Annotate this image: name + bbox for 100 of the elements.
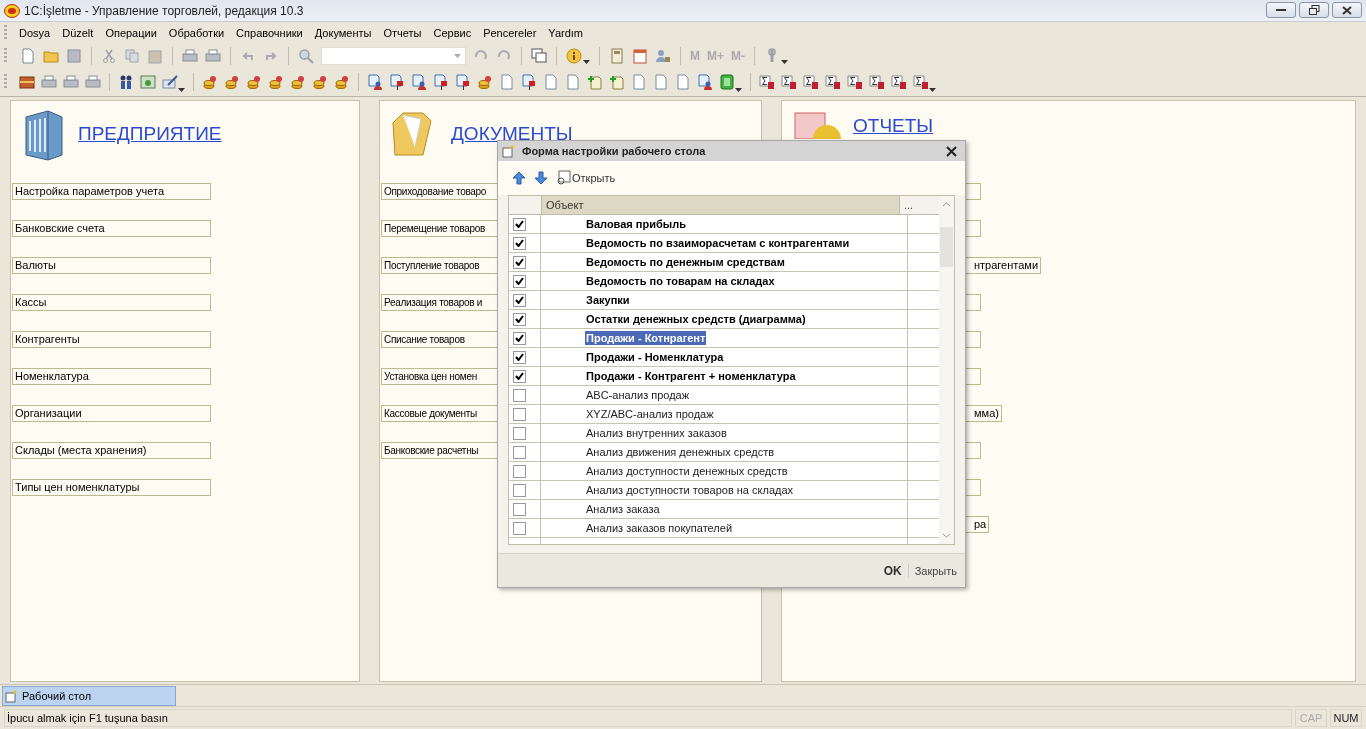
menu-item[interactable]: Yardım [542,27,589,39]
document-plus-icon[interactable] [587,74,603,90]
shortcut-button[interactable]: Банковские счета [12,220,211,237]
ledger-icon[interactable] [719,74,735,90]
document-person-icon[interactable] [367,74,383,90]
cash-icon[interactable] [140,74,156,90]
table-row[interactable]: Ведомость по денежным средствам [509,253,939,272]
checkbox[interactable] [513,331,526,345]
object-name[interactable]: Закупки [585,293,631,307]
checkbox[interactable] [513,388,526,402]
sigma-icon[interactable] [825,74,841,90]
object-name[interactable]: XYZ/ABC-анализ продаж [585,407,715,421]
arrow-up-icon[interactable] [512,171,526,185]
document-icon[interactable] [499,74,515,90]
coins-icon[interactable] [202,74,218,90]
shortcut-button[interactable]: Организации [12,405,211,422]
arrow-down-icon[interactable] [534,171,548,185]
object-name[interactable]: ABC-анализ продаж [585,388,691,402]
menu-item[interactable]: Dosya [13,27,57,39]
printer-icon[interactable] [41,74,57,90]
object-name[interactable]: Анализ доступности денежных средств [585,464,789,478]
scrollbar-thumb[interactable] [940,227,953,267]
shortcut-button[interactable]: Номенклатура [12,368,211,385]
caret-icon[interactable] [178,88,185,92]
caret-icon[interactable] [929,88,936,92]
calculator-icon[interactable] [609,48,625,64]
sigma-icon[interactable] [847,74,863,90]
checkbox[interactable] [513,369,526,383]
shortcut-button[interactable]: Типы цен номенклатуры [12,479,211,496]
checkbox[interactable] [513,217,526,231]
object-name[interactable]: Ведомость по взаиморасчетам с контрагентами [585,236,851,250]
checkbox[interactable] [513,426,526,440]
sigma-icon[interactable] [891,74,907,90]
shortcut-button[interactable]: Настройка параметров учета [12,183,211,200]
books-icon[interactable] [19,74,35,90]
pen-icon[interactable] [162,74,178,90]
section-link[interactable]: ПРЕДПРИЯТИЕ [78,123,222,145]
checkbox[interactable] [513,483,526,497]
object-name[interactable]: Анализ движения денежных средств [585,445,776,459]
restore-button[interactable] [1299,2,1329,18]
checkbox[interactable] [513,350,526,364]
sigma-icon[interactable] [803,74,819,90]
table-row[interactable]: Анализ внутренних заказов [509,424,939,443]
shortcut-button[interactable]: Контрагенты [12,331,211,348]
print-preview-icon[interactable] [205,48,221,64]
table-row[interactable]: Ведомость по товарам на складах [509,272,939,291]
menu-item[interactable]: Düzelt [56,27,100,39]
object-name[interactable]: Анализ внутренних заказов [585,426,728,440]
caret-icon[interactable] [583,60,590,64]
close-button[interactable]: Закрыть [914,564,957,577]
sigma-icon[interactable] [759,74,775,90]
table-row[interactable]: Остатки денежных средств (диаграмма) [509,310,939,329]
open-button[interactable]: Открыть [556,170,616,186]
caret-icon[interactable] [735,88,742,92]
table-row[interactable]: Анализ доступности товаров на складах [509,481,939,500]
checkbox[interactable] [513,293,526,307]
table-row[interactable]: XYZ/ABC-анализ продаж [509,405,939,424]
menu-item[interactable]: Обработки [162,27,231,39]
object-name[interactable]: Анализ заказов покупателей [585,521,734,535]
document-icon[interactable] [675,74,691,90]
column-header[interactable]: ... [900,196,939,214]
coins-icon[interactable] [268,74,284,90]
scissors-icon[interactable] [101,48,117,64]
save-icon[interactable] [66,48,82,64]
table-row[interactable]: Анализ заказа [509,500,939,519]
printer-icon[interactable] [182,48,198,64]
object-name[interactable]: Продажи - Контрагент + номенклатура [585,369,797,383]
checkbox[interactable] [513,445,526,459]
checkbox[interactable] [513,236,526,250]
document-flag-icon[interactable] [433,74,449,90]
document-icon[interactable] [565,74,581,90]
object-name[interactable]: Продажи - Номенклатура [585,350,725,364]
document-flag-icon[interactable] [455,74,471,90]
coins-icon[interactable] [477,74,493,90]
close-button[interactable] [1332,2,1362,18]
menu-item[interactable]: Справочники [230,27,309,39]
chevron-up-icon[interactable] [942,202,951,207]
printer-icon[interactable] [63,74,79,90]
printer-icon[interactable] [85,74,101,90]
object-name[interactable]: Ведомость по товарам на складах [585,274,776,288]
document-flag-icon[interactable] [521,74,537,90]
object-name[interactable]: Ведомость по денежным средствам [585,255,786,269]
checkbox[interactable] [513,312,526,326]
object-name[interactable]: Остатки денежных средств (диаграмма) [585,312,807,326]
shortcut-button[interactable]: Валюты [12,257,211,274]
document-person-icon[interactable] [411,74,427,90]
document-icon[interactable] [543,74,559,90]
coins-icon[interactable] [224,74,240,90]
checkbox[interactable] [513,255,526,269]
sigma-icon[interactable] [913,74,929,90]
table-row[interactable]: Валовая прибыль [509,215,939,234]
checkbox[interactable] [513,407,526,421]
info-icon[interactable] [566,48,582,64]
object-name[interactable]: Валовая прибыль [585,217,687,231]
table-row[interactable]: Анализ доступности денежных средств [509,462,939,481]
document-plus-icon[interactable] [609,74,625,90]
table-row[interactable]: Продажи - Котнрагент [509,329,939,348]
object-name[interactable]: Анализ доступности товаров на складах [585,483,795,497]
shortcut-button[interactable]: Склады (места хранения) [12,442,211,459]
ok-button[interactable]: OK [883,563,902,578]
